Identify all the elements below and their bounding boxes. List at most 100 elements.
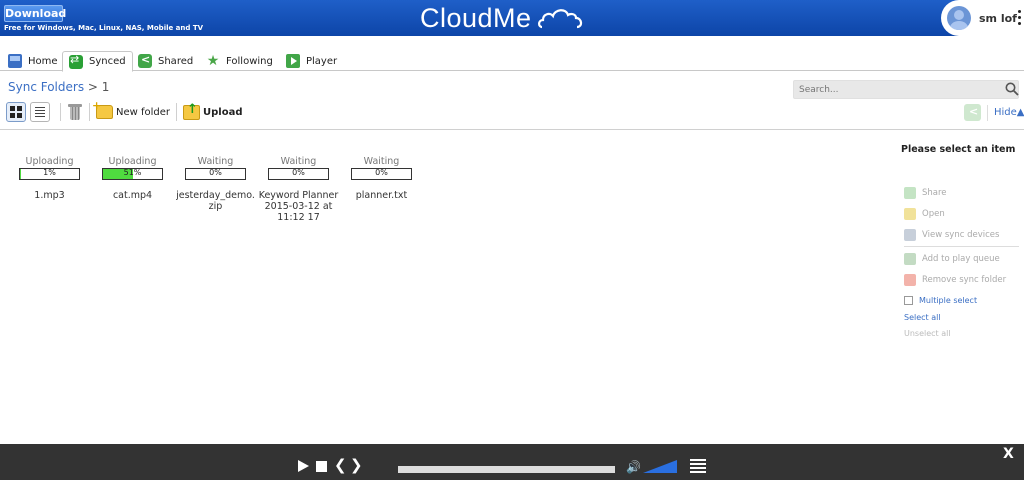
tab-following[interactable]: ★ Following xyxy=(200,51,279,71)
action-remove-sync-folder[interactable]: Remove sync folder xyxy=(904,269,1019,290)
progress-label: 0% xyxy=(209,168,222,177)
hide-panel-link[interactable]: Hide▲ xyxy=(994,107,1024,118)
sync-icon xyxy=(69,53,83,69)
divider xyxy=(0,129,1024,130)
stop-button[interactable] xyxy=(316,461,327,472)
file-status: Uploading xyxy=(108,156,157,167)
file-status: Waiting xyxy=(363,156,400,167)
action-open[interactable]: Open xyxy=(904,204,1019,225)
multiple-select-toggle[interactable]: Multiple select xyxy=(904,292,1019,310)
file-item[interactable]: Uploading 1% 1.mp3 xyxy=(8,156,91,223)
queue-add-icon xyxy=(904,252,916,265)
share-icon[interactable] xyxy=(964,104,981,121)
volume-slider[interactable] xyxy=(643,460,677,473)
breadcrumb: Sync Folders > 1 xyxy=(8,80,109,94)
upload-button[interactable]: Upload xyxy=(183,102,243,120)
breadcrumb-sync-folders[interactable]: Sync Folders xyxy=(8,80,84,94)
next-button[interactable]: ❯ xyxy=(350,456,363,474)
select-all-link[interactable]: Select all xyxy=(904,310,1019,326)
multiple-select-checkbox[interactable] xyxy=(904,296,913,306)
devices-icon xyxy=(904,228,916,241)
multiple-select-label: Multiple select xyxy=(919,296,978,306)
cloud-icon xyxy=(537,9,582,29)
cloudme-logo[interactable]: CloudMe xyxy=(420,2,584,34)
file-name: planner.txt xyxy=(355,190,408,201)
toolbar: New folder Upload xyxy=(6,99,243,123)
progress-bar: 0% xyxy=(351,168,412,180)
play-icon xyxy=(286,54,300,68)
action-view-sync-devices[interactable]: View sync devices xyxy=(904,225,1019,246)
file-status: Waiting xyxy=(280,156,317,167)
progress-bar: 1% xyxy=(19,168,80,180)
toolbar-divider xyxy=(89,103,90,121)
action-share[interactable]: Share xyxy=(904,183,1019,204)
new-folder-icon xyxy=(92,99,113,119)
file-item[interactable]: Waiting 0% Keyword Planner 2015-03-12 at… xyxy=(257,156,340,223)
divider xyxy=(904,246,1019,248)
progress-label: 0% xyxy=(375,168,388,177)
avatar xyxy=(947,6,971,30)
file-status: Waiting xyxy=(197,156,234,167)
file-item[interactable]: Waiting 0% planner.txt xyxy=(340,156,423,223)
right-toolbar: Hide▲ xyxy=(964,104,1024,121)
search-input[interactable] xyxy=(793,80,1019,99)
trash-icon[interactable] xyxy=(67,103,83,121)
play-button[interactable] xyxy=(298,460,309,472)
progress-bar: 51% xyxy=(102,168,163,180)
action-open-label: Open xyxy=(922,209,945,220)
list-view-button[interactable] xyxy=(30,102,50,122)
grid-view-button[interactable] xyxy=(6,102,26,122)
progress-label: 1% xyxy=(43,168,56,177)
progress-label: 0% xyxy=(292,168,305,177)
logo-text: CloudMe xyxy=(420,2,532,33)
main-tabs: Home Synced Shared ★ Following Player xyxy=(0,46,1024,72)
upload-icon xyxy=(183,102,201,120)
tab-player[interactable]: Player xyxy=(280,51,343,71)
new-folder-button[interactable]: New folder xyxy=(92,99,170,119)
download-button[interactable]: Download xyxy=(4,5,66,22)
grid-icon xyxy=(10,106,22,118)
share-icon xyxy=(138,53,152,68)
action-panel: Share Open View sync devices Add to play… xyxy=(904,183,1019,342)
seek-bar[interactable] xyxy=(398,466,615,473)
close-player-button[interactable]: X xyxy=(1003,446,1014,462)
toolbar-divider xyxy=(176,103,178,121)
upload-label: Upload xyxy=(203,106,243,118)
file-item[interactable]: Waiting 0% jesterday_demo.zip xyxy=(174,156,257,223)
play-queue-icon[interactable] xyxy=(690,459,706,475)
file-name: 1.mp3 xyxy=(34,190,65,201)
tab-shared[interactable]: Shared xyxy=(132,51,199,71)
media-player-bar: ❮ ❯ xyxy=(0,444,1024,480)
tab-synced[interactable]: Synced xyxy=(62,51,133,72)
open-icon xyxy=(904,208,916,221)
search-icon[interactable] xyxy=(1005,82,1019,96)
unselect-all-link[interactable]: Unselect all xyxy=(904,326,1019,342)
action-share-label: Share xyxy=(922,188,947,199)
user-menu[interactable]: sm lof xyxy=(941,0,1024,36)
tab-shared-label: Shared xyxy=(158,55,194,67)
list-icon xyxy=(35,107,45,117)
file-name: jesterday_demo.zip xyxy=(176,190,255,212)
progress-bar: 0% xyxy=(268,168,329,180)
more-options-icon[interactable] xyxy=(1018,10,1022,25)
top-header: Download Free for Windows, Mac, Linux, N… xyxy=(0,0,1024,36)
progress-label: 51% xyxy=(123,168,142,177)
breadcrumb-separator: > xyxy=(87,80,98,94)
username: sm lof xyxy=(979,11,1017,25)
tab-home[interactable]: Home xyxy=(2,51,64,71)
volume-icon[interactable]: 🔊 xyxy=(626,460,641,474)
action-remove-sync-folder-label: Remove sync folder xyxy=(922,274,1007,285)
file-item[interactable]: Uploading 51% cat.mp4 xyxy=(91,156,174,223)
file-name: cat.mp4 xyxy=(112,190,153,201)
action-view-sync-devices-label: View sync devices xyxy=(922,229,1000,240)
toolbar-divider xyxy=(987,104,988,121)
home-icon xyxy=(8,54,22,68)
action-add-to-play-queue[interactable]: Add to play queue xyxy=(904,248,1019,269)
action-add-to-play-queue-label: Add to play queue xyxy=(922,253,1000,264)
remove-icon xyxy=(904,273,916,286)
file-name: Keyword Planner 2015-03-12 at 11:12 17 xyxy=(258,190,339,223)
file-status: Uploading xyxy=(25,156,74,167)
share-icon xyxy=(904,187,916,200)
previous-button[interactable]: ❮ xyxy=(334,456,347,474)
progress-bar: 0% xyxy=(185,168,246,180)
